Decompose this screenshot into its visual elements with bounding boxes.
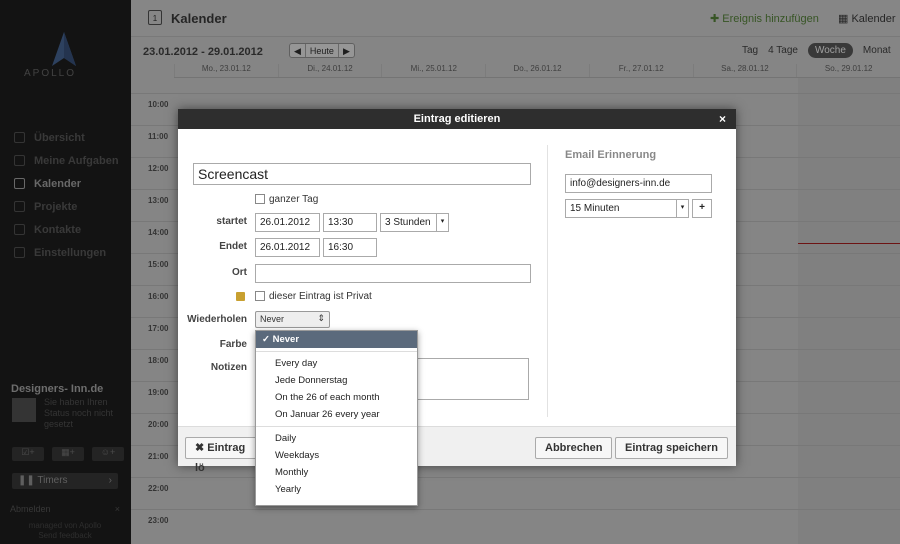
private-checkbox[interactable] [255,291,265,301]
close-icon: ✖ [195,442,208,454]
reminder-value: 15 Minuten [570,203,620,214]
start-time-input[interactable]: 13:30 [323,213,377,232]
duration-select[interactable]: 3 Stunden ▾ [380,213,449,232]
chevron-down-icon: ▾ [436,214,448,231]
email-reminder-title: Email Erinnerung [565,149,657,161]
repeat-option-never[interactable]: ✓ Never [256,331,417,348]
save-event-button[interactable]: Eintrag speichern [615,437,728,459]
repeat-option[interactable]: On the 26 of each month [256,389,417,406]
private-label: dieser Eintrag ist Privat [269,291,372,302]
repeat-value: Never [260,314,285,324]
repeat-option[interactable]: On Januar 26 every year [256,406,417,423]
delete-event-button[interactable]: ✖ Eintrag lö [185,437,265,474]
all-day-checkbox[interactable] [255,194,265,204]
repeat-option[interactable]: Jede Donnerstag [256,372,417,389]
reminder-select[interactable]: 15 Minuten ▾ [565,199,689,218]
cancel-button[interactable]: Abbrechen [535,437,613,459]
chevron-down-icon: ▾ [676,200,688,217]
duration-value: 3 Stunden [385,217,431,228]
close-icon[interactable]: × [719,109,726,129]
lock-icon [236,292,245,301]
repeat-dropdown-menu: ✓ Never Every day Jede Donnerstag On the… [255,330,418,506]
end-label: Endet [219,241,247,252]
repeat-select[interactable]: Never ⇕ [255,311,330,328]
menu-separator [256,351,417,352]
dialog-divider [547,145,548,417]
email-input[interactable]: info@designers-inn.de [565,174,712,193]
dialog-header: Eintrag editieren × [178,109,736,129]
end-date-input[interactable]: 26.01.2012 [255,238,320,257]
repeat-option[interactable]: Yearly [256,481,417,498]
repeat-option[interactable]: Every day [256,355,417,372]
start-date-input[interactable]: 26.01.2012 [255,213,320,232]
option-label: Never [272,334,300,345]
repeat-option[interactable]: Monthly [256,464,417,481]
repeat-option[interactable]: Daily [256,430,417,447]
all-day-label: ganzer Tag [269,194,319,205]
repeat-label: Wiederholen [187,314,247,325]
end-time-input[interactable]: 16:30 [323,238,377,257]
checkmark-icon: ✓ [262,334,273,345]
color-label: Farbe [219,339,247,350]
add-reminder-button[interactable]: + [692,199,712,218]
chevron-updown-icon: ⇕ [317,313,325,323]
event-title-input[interactable]: Screencast [193,163,531,185]
start-label: startet [216,216,247,227]
dialog-title: Eintrag editieren [413,113,501,125]
repeat-option[interactable]: Weekdays [256,447,417,464]
location-input[interactable] [255,264,531,283]
menu-separator [256,426,417,427]
notes-label: Notizen [210,362,247,373]
location-label: Ort [232,267,247,278]
